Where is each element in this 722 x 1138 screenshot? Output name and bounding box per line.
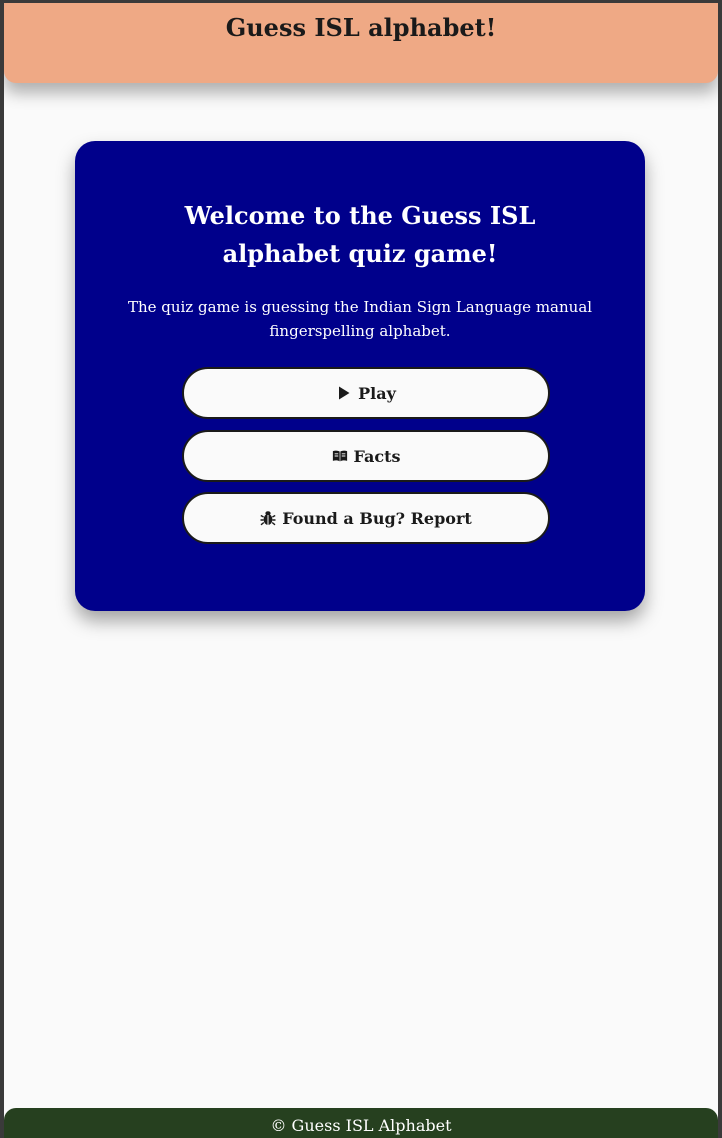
welcome-card: Welcome to the Guess ISL alphabet quiz g… xyxy=(75,141,645,611)
play-button[interactable]: Play xyxy=(182,367,550,419)
play-button-label: Play xyxy=(358,383,396,403)
facts-button[interactable]: Facts xyxy=(182,430,550,482)
site-header: Guess ISL alphabet! xyxy=(4,3,718,83)
welcome-description: The quiz game is guessing the Indian Sig… xyxy=(127,298,593,340)
site-footer: © Guess ISL Alphabet xyxy=(4,1108,718,1138)
welcome-heading: Welcome to the Guess ISL alphabet quiz g… xyxy=(184,201,536,268)
play-icon xyxy=(336,385,352,401)
site-title: Guess ISL alphabet! xyxy=(225,13,497,42)
bug-icon xyxy=(260,510,276,526)
page: Guess ISL alphabet! Welcome to the Guess… xyxy=(4,3,718,1138)
book-open-icon xyxy=(332,448,348,464)
footer-copyright: © Guess ISL Alphabet xyxy=(270,1116,452,1135)
report-bug-button[interactable]: Found a Bug? Report xyxy=(182,492,550,544)
report-bug-button-label: Found a Bug? Report xyxy=(282,508,472,528)
facts-button-label: Facts xyxy=(353,446,401,466)
